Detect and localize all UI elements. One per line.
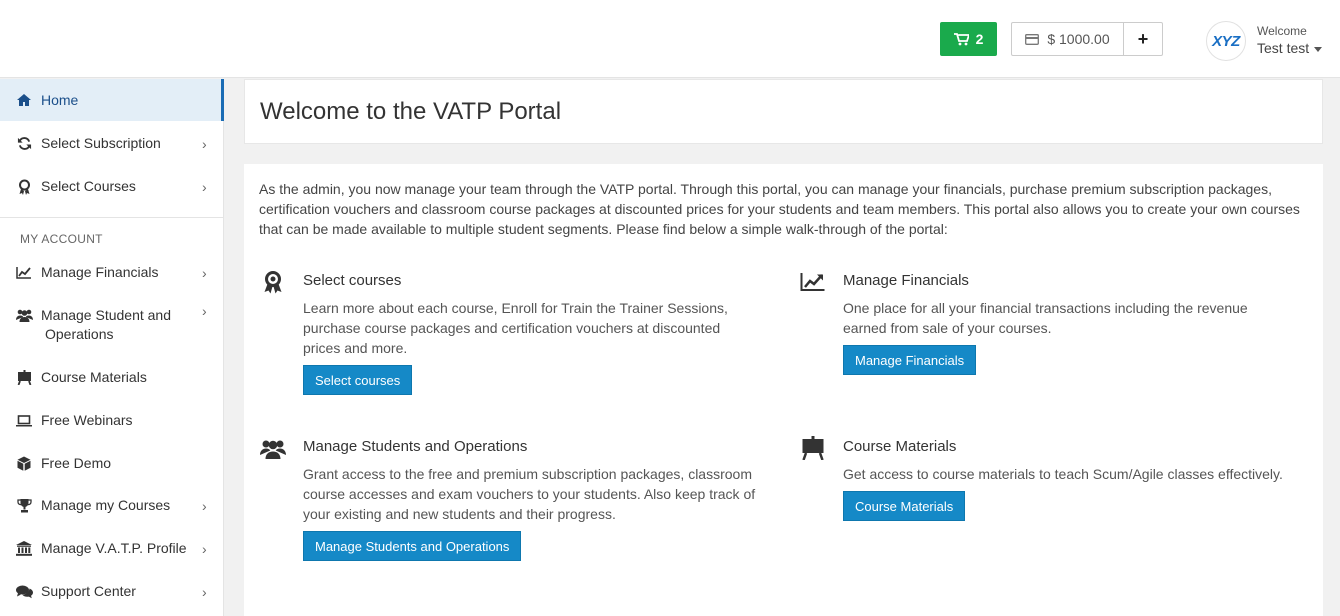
balance-amount: $ 1000.00	[1047, 31, 1110, 47]
select-courses-button[interactable]: Select courses	[303, 365, 413, 395]
page-title: Welcome to the VATP Portal	[260, 98, 562, 125]
balance-group: $ 1000.00 +	[1011, 22, 1163, 56]
sidebar-item-course-materials[interactable]: Course Materials	[0, 356, 224, 399]
intro-text: As the admin, you now manage your team t…	[259, 181, 1300, 237]
feature-description: Get access to course materials to teach …	[843, 466, 1283, 482]
laptop-icon	[15, 412, 33, 430]
balance-display[interactable]: $ 1000.00	[1012, 23, 1124, 55]
users-icon	[259, 434, 287, 462]
welcome-label: Welcome	[1257, 24, 1307, 38]
chevron-right-icon: ›	[202, 497, 207, 514]
caret-down-icon	[1314, 46, 1323, 52]
cart-count: 2	[975, 31, 984, 47]
feature-course-materials: Course Materials Get access to course ma…	[799, 434, 1309, 524]
sidebar-item-label-line2: Operations	[45, 326, 114, 342]
credit-card-icon	[1025, 33, 1040, 45]
cart-button[interactable]: 2	[940, 22, 997, 56]
refresh-icon	[15, 135, 33, 153]
feature-title: Manage Financials	[843, 272, 969, 289]
line-chart-icon	[799, 268, 827, 296]
sidebar-item-label: Select Subscription	[41, 135, 161, 151]
sidebar-item-label: Manage Student and	[41, 307, 171, 323]
top-header: 2 $ 1000.00 + XYZ Welcome Test test	[0, 0, 1340, 78]
users-icon	[15, 306, 33, 324]
cube-icon	[15, 455, 33, 473]
sidebar-item-label: Free Demo	[41, 455, 112, 471]
manage-students-button[interactable]: Manage Students and Operations	[303, 531, 522, 561]
course-materials-button[interactable]: Course Materials	[843, 491, 966, 521]
feature-manage-students: Manage Students and Operations Grant acc…	[259, 434, 755, 564]
feature-select-courses: Select courses Learn more about each cou…	[259, 268, 739, 398]
user-menu[interactable]: Welcome Test test	[1257, 24, 1323, 58]
chevron-right-icon: ›	[202, 135, 207, 152]
company-logo: XYZ	[1206, 21, 1246, 61]
add-funds-button[interactable]: +	[1124, 23, 1162, 55]
section-label-my-account: MY ACCOUNT	[20, 232, 103, 246]
cart-icon	[953, 32, 969, 45]
sidebar-item-manage-my-courses[interactable]: Manage my Courses ›	[0, 484, 224, 527]
feature-manage-financials: Manage Financials One place for all your…	[799, 268, 1299, 378]
chevron-right-icon: ›	[202, 583, 207, 600]
sidebar-item-support-center[interactable]: Support Center ›	[0, 570, 224, 613]
sidebar-item-manage-vatp-profile[interactable]: Manage V.A.T.P. Profile ›	[0, 527, 224, 570]
sidebar-item-home[interactable]: Home	[0, 79, 224, 121]
sidebar-item-free-webinars[interactable]: Free Webinars	[0, 399, 224, 442]
sidebar-item-label: Home	[41, 91, 79, 108]
title-card: Welcome to the VATP Portal	[244, 79, 1323, 144]
easel-icon	[799, 434, 827, 462]
sidebar-item-manage-financials[interactable]: Manage Financials ›	[0, 251, 224, 294]
trophy-icon	[15, 497, 33, 515]
chevron-right-icon: ›	[202, 178, 207, 195]
content-card: As the admin, you now manage your team t…	[244, 164, 1323, 616]
chevron-right-icon: ›	[202, 303, 207, 319]
feature-description: Learn more about each course, Enroll for…	[303, 300, 728, 356]
user-name: Test test	[1257, 40, 1310, 56]
sidebar-item-label: Manage Financials	[41, 264, 159, 280]
home-icon	[15, 91, 33, 109]
comments-icon	[15, 583, 33, 601]
feature-title: Course Materials	[843, 438, 957, 455]
feature-description: One place for all your financial transac…	[843, 300, 1248, 336]
chevron-right-icon: ›	[202, 540, 207, 557]
line-chart-icon	[15, 264, 33, 282]
sidebar-item-select-courses[interactable]: Select Courses ›	[0, 165, 224, 208]
award-icon	[259, 268, 287, 296]
sidebar-item-label: Manage my Courses	[41, 497, 171, 513]
sidebar-item-label: Support Center	[41, 583, 136, 599]
sidebar-item-label: Select Courses	[41, 178, 136, 194]
sidebar-item-free-demo[interactable]: Free Demo	[0, 442, 224, 485]
sidebar: Home Select Subscription › Select Course…	[0, 79, 224, 616]
bank-icon	[15, 540, 33, 558]
sidebar-item-select-subscription[interactable]: Select Subscription ›	[0, 122, 224, 165]
award-icon	[15, 178, 33, 196]
feature-title: Manage Students and Operations	[303, 438, 528, 455]
feature-title: Select courses	[303, 272, 402, 289]
sidebar-item-label: Course Materials	[41, 369, 147, 385]
sidebar-divider	[0, 217, 224, 218]
manage-financials-button[interactable]: Manage Financials	[843, 345, 977, 375]
chevron-right-icon: ›	[202, 264, 207, 281]
sidebar-item-manage-student[interactable]: Manage Student and Operations ›	[0, 295, 224, 351]
feature-description: Grant access to the free and premium sub…	[303, 466, 756, 522]
easel-icon	[15, 369, 33, 387]
sidebar-item-label: Manage V.A.T.P. Profile	[41, 540, 187, 556]
sidebar-item-label: Free Webinars	[41, 412, 133, 428]
